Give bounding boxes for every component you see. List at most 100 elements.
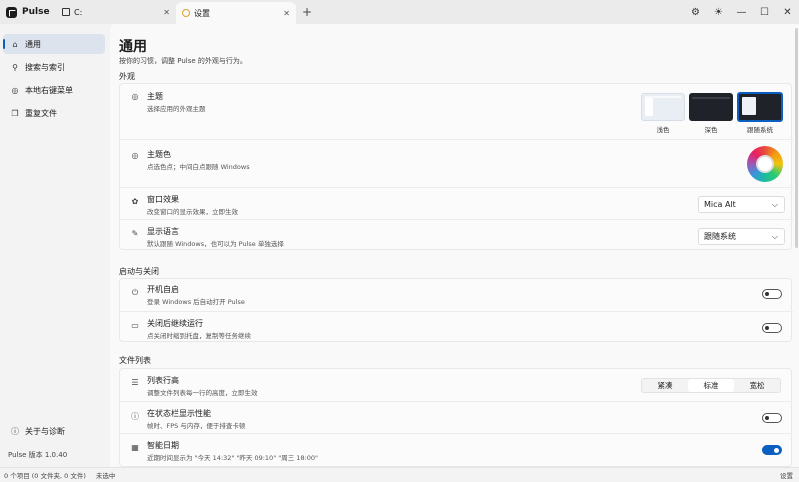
page-subtitle: 按你的习惯，调整 Pulse 的外观与行为。: [119, 57, 247, 65]
close-window-button[interactable]: ✕: [776, 0, 799, 24]
keep-running-row: ▭ 关闭后继续运行 点关闭时缩到托盘，复制等任务继续: [120, 311, 793, 343]
segment-relaxed[interactable]: 宽松: [734, 379, 780, 392]
keep-running-toggle[interactable]: [762, 323, 782, 333]
window-effect-row: ✿ 窗口效果 改变窗口的显示效果，立即生效 Mica Alt ⌵: [120, 187, 793, 219]
duplicate-files-icon: ❐: [11, 108, 19, 118]
appearance-card: ◎ 主题 选择应用的外观主题 浅色 深色 跟随系统 ◎ 主题色 点选色点；中间白…: [119, 83, 793, 251]
theme-label: 浅色: [656, 126, 670, 134]
row-desc: 登录 Windows 后自动打开 Pulse: [147, 298, 245, 306]
row-desc: 选择应用的外观主题: [147, 105, 206, 113]
scrollbar[interactable]: [795, 28, 798, 248]
language-icon: ✎: [131, 229, 139, 238]
context-menu-icon: ◎: [11, 85, 19, 95]
row-title: 主题色: [147, 150, 171, 159]
row-title: 主题: [147, 92, 163, 101]
status-page: 设置: [780, 472, 793, 480]
row-title: 显示语言: [147, 227, 179, 236]
page-title: 通用: [119, 39, 147, 55]
power-icon: ⏻: [131, 288, 139, 297]
segment-standard[interactable]: 标准: [688, 379, 734, 392]
tab-label: 设置: [194, 8, 210, 18]
folder-icon: [62, 8, 70, 16]
sidebar-item-general[interactable]: ⌂ 通用: [3, 34, 105, 54]
autostart-toggle[interactable]: [762, 289, 782, 299]
language-row: ✎ 显示语言 默认跟随 Windows，也可以为 Pulse 单独选择 跟随系统…: [120, 219, 793, 251]
section-title-startup: 启动与关闭: [119, 267, 159, 276]
accent-row: ◎ 主题色 点选色点；中间白点跟随 Windows: [120, 139, 793, 187]
title-bar: Pulse C: ✕ 设置 ✕ + ⚙ ☀ — ☐ ✕: [0, 0, 799, 24]
info-icon: ⓘ: [11, 426, 19, 436]
sidebar-item-about[interactable]: ⓘ 关于与诊断: [3, 421, 105, 441]
row-desc: 点选色点；中间白点跟随 Windows: [147, 163, 250, 171]
row-title: 列表行高: [147, 376, 179, 385]
home-icon: ⌂: [12, 39, 18, 49]
app-brand: Pulse: [0, 0, 56, 24]
theme-option-dark[interactable]: [689, 93, 733, 121]
gear-icon: [182, 9, 190, 17]
pulse-logo-icon: [6, 6, 17, 18]
app-name: Pulse: [22, 7, 50, 17]
row-title: 开机自启: [147, 285, 179, 294]
minimize-button[interactable]: —: [730, 0, 753, 24]
theme-label: 跟随系统: [747, 126, 773, 134]
search-icon: ⚲: [12, 62, 18, 72]
window-effect-icon: ✿: [131, 197, 139, 206]
sidebar-item-label: 通用: [25, 39, 41, 49]
startup-card: ⏻ 开机自启 登录 Windows 后自动打开 Pulse ▭ 关闭后继续运行 …: [119, 278, 793, 343]
maximize-button[interactable]: ☐: [753, 0, 776, 24]
tab-close-icon[interactable]: ✕: [283, 9, 290, 18]
window-controls: ⚙ ☀ — ☐ ✕: [684, 0, 799, 24]
line-height-icon: ☰: [131, 378, 139, 387]
row-desc: 改变窗口的显示效果，立即生效: [147, 208, 238, 216]
status-selection: 未选中: [95, 472, 116, 480]
theme-option-system[interactable]: [737, 92, 783, 122]
autostart-row: ⏻ 开机自启 登录 Windows 后自动打开 Pulse: [120, 279, 793, 311]
smart-date-row: ▦ 智能日期 近期时间显示为 "今天 14:32" "昨天 09:10" "周三…: [120, 433, 793, 467]
section-title-appearance: 外观: [119, 72, 135, 81]
row-title: 关闭后继续运行: [147, 319, 203, 328]
row-height-segmented: 紧凑 标准 宽松: [641, 378, 781, 393]
perf-toggle[interactable]: [762, 413, 782, 423]
filelist-card: ☰ 列表行高 调整文件列表每一行的高度，立即生效 紧凑 标准 宽松 ⓘ 在状态栏…: [119, 368, 793, 467]
row-desc: 帧时、FPS 与内存，便于排查卡顿: [147, 422, 246, 430]
row-desc: 调整文件列表每一行的高度，立即生效: [147, 389, 258, 397]
palette-icon: ◎: [131, 92, 139, 101]
language-dropdown[interactable]: 跟随系统 ⌵: [698, 228, 785, 245]
row-title: 窗口效果: [147, 195, 179, 204]
settings-page: 通用 按你的习惯，调整 Pulse 的外观与行为。 外观 ◎ 主题 选择应用的外…: [110, 24, 799, 467]
theme-toggle-icon[interactable]: ☀: [707, 0, 730, 24]
settings-icon[interactable]: ⚙: [684, 0, 707, 24]
sidebar-item-label: 本地右键菜单: [25, 85, 73, 95]
calendar-icon: ▦: [131, 443, 139, 452]
row-title: 在状态栏显示性能: [147, 409, 211, 418]
row-desc: 点关闭时缩到托盘，复制等任务继续: [147, 332, 251, 340]
sidebar-item-label: 重复文件: [25, 108, 57, 118]
window-icon: ▭: [131, 321, 139, 330]
sidebar: ⌂ 通用 ⚲ 搜索与索引 ◎ 本地右键菜单 ❐ 重复文件 ⓘ 关于与诊断 Pul…: [0, 24, 110, 467]
dropdown-value: Mica Alt: [704, 200, 736, 209]
window-effect-dropdown[interactable]: Mica Alt ⌵: [698, 196, 785, 213]
section-title-filelist: 文件列表: [119, 356, 151, 365]
theme-option-light[interactable]: [641, 93, 685, 121]
tab-drive-c[interactable]: C: ✕: [56, 0, 176, 24]
perf-row: ⓘ 在状态栏显示性能 帧时、FPS 与内存，便于排查卡顿: [120, 401, 793, 433]
row-desc: 近期时间显示为 "今天 14:32" "昨天 09:10" "周三 18:00": [147, 454, 319, 462]
status-item-count: 0 个项目 (0 文件夹, 0 文件): [4, 472, 86, 480]
new-tab-button[interactable]: +: [296, 0, 318, 24]
row-desc: 默认跟随 Windows，也可以为 Pulse 单独选择: [147, 240, 284, 248]
sidebar-item-search-index[interactable]: ⚲ 搜索与索引: [3, 57, 105, 77]
tab-close-icon[interactable]: ✕: [163, 8, 170, 17]
accent-color-wheel[interactable]: [747, 146, 783, 182]
segment-compact[interactable]: 紧凑: [642, 379, 688, 392]
version-label: Pulse 版本 1.0.40: [8, 451, 68, 459]
sidebar-item-label: 关于与诊断: [25, 426, 65, 436]
dropdown-value: 跟随系统: [704, 232, 736, 241]
tab-settings[interactable]: 设置 ✕: [176, 2, 296, 24]
sidebar-item-duplicates[interactable]: ❐ 重复文件: [3, 103, 105, 123]
status-bar: 0 个项目 (0 文件夹, 0 文件) 未选中 设置: [0, 467, 799, 482]
smart-date-toggle[interactable]: [762, 445, 782, 455]
chevron-down-icon: ⌵: [771, 199, 778, 209]
theme-label: 深色: [704, 126, 718, 134]
sidebar-item-context-menu[interactable]: ◎ 本地右键菜单: [3, 80, 105, 100]
row-height-row: ☰ 列表行高 调整文件列表每一行的高度，立即生效 紧凑 标准 宽松: [120, 369, 793, 401]
